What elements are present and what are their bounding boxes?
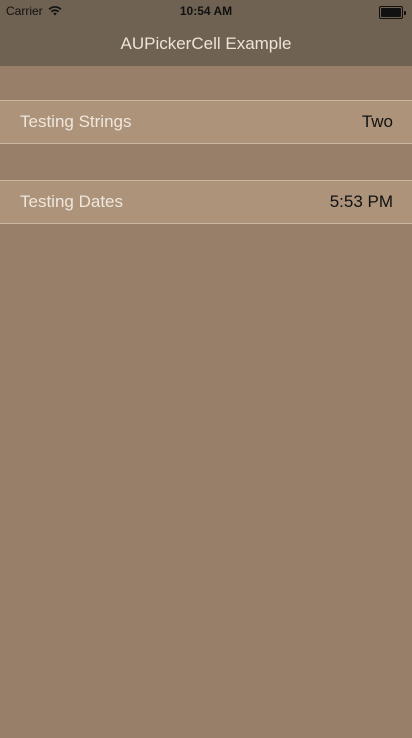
status-time: 10:54 AM: [179, 4, 233, 18]
cell-value: 5:53 PM: [329, 192, 393, 211]
navigation-bar: AUPickerCell Example: [0, 22, 412, 66]
page-title: AUPickerCell Example: [120, 34, 292, 53]
cell-value: Two: [361, 112, 393, 131]
cell-label: Testing Dates: [20, 192, 123, 211]
status-bar: Carrier 10:54 AM: [0, 0, 412, 22]
testing-dates-cell[interactable]: Testing Dates 5:53 PM: [0, 180, 412, 224]
battery-icon: [379, 6, 406, 19]
cell-label: Testing Strings: [20, 112, 132, 131]
testing-strings-cell[interactable]: Testing Strings Two: [0, 100, 412, 144]
